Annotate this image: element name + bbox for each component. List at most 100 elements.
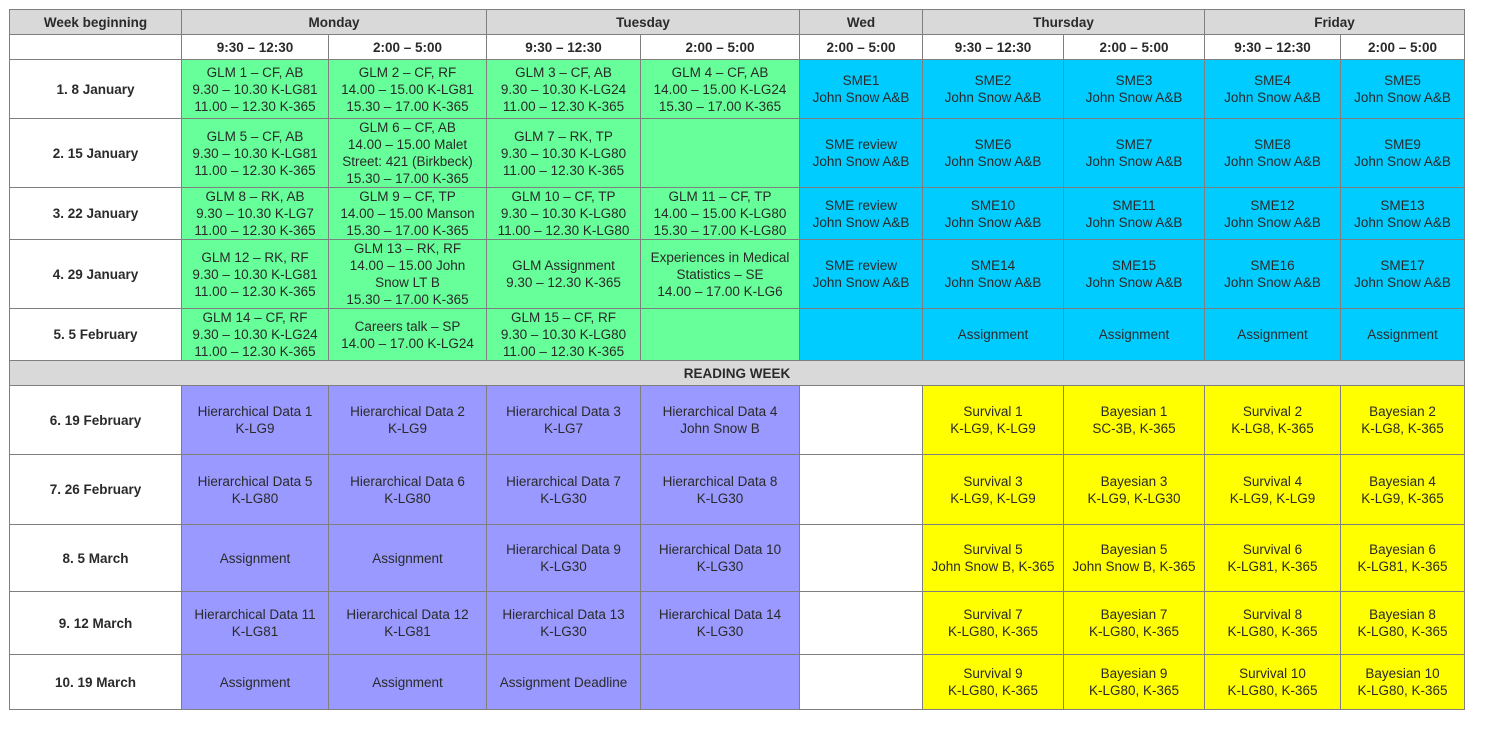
session-line: 9.30 – 10.30 K-LG81 bbox=[192, 81, 318, 97]
session-cell: Survival 8 K-LG80, K-365 bbox=[1204, 591, 1342, 655]
session-line: K-LG80, K-365 bbox=[1227, 624, 1318, 639]
session-line: John Snow A&B bbox=[1354, 154, 1451, 169]
session-line: SME review bbox=[825, 197, 898, 213]
week-row: 5. 5 February GLM 14 – CF, RF 9.30 – 10.30… bbox=[9, 308, 1466, 361]
week-label: 9. 12 March bbox=[9, 591, 182, 655]
session-cell: GLM 12 – RK, RF 9.30 – 10.30 K-LG81 11.00 … bbox=[181, 239, 329, 309]
session-line: Assignment Deadline bbox=[499, 674, 628, 690]
session-line: SME11 bbox=[1112, 197, 1156, 213]
session-cell: Hierarchical Data 1 K-LG9 bbox=[181, 385, 329, 455]
session-cell bbox=[799, 385, 924, 455]
session-line: SME17 bbox=[1380, 258, 1425, 273]
session-line: 15.30 – 17.00 K-365 bbox=[346, 98, 469, 114]
session-line: 9.30 – 10.30 K-LG24 bbox=[500, 81, 627, 97]
week-row: 10. 19 March Assignment Assignment Assignme… bbox=[9, 654, 1466, 710]
session-line: Survival 9 bbox=[963, 666, 1023, 681]
session-line: K-LG9, K-LG30 bbox=[1087, 490, 1181, 506]
session-cell: SME10 John Snow A&B bbox=[922, 187, 1065, 240]
session-cell: SME17 John Snow A&B bbox=[1340, 239, 1466, 309]
session-cell: Hierarchical Data 5 K-LG80 bbox=[181, 454, 329, 525]
reading-week-banner: READING WEEK bbox=[8, 360, 1466, 386]
session-cell bbox=[640, 654, 801, 710]
session-cell bbox=[640, 118, 801, 188]
session-cell: GLM 10 – CF, TP 9.30 – 10.30 K-LG80 11.00 … bbox=[486, 187, 642, 240]
session-cell: SME14 John Snow A&B bbox=[922, 239, 1065, 309]
session-cell bbox=[799, 654, 924, 710]
session-line: 9.30 – 10.30 K-LG81 bbox=[192, 145, 318, 161]
day-header-row: Week beginning Monday Tuesday Wed Thursd… bbox=[9, 9, 1466, 35]
session-line: K-LG9, K-LG9 bbox=[950, 490, 1036, 506]
session-cell: GLM 1 – CF, AB 9.30 – 10.30 K-LG81 11.00 –… bbox=[181, 59, 329, 119]
session-cell: GLM 2 – CF, RF 14.00 – 15.00 K-LG81 15.30 … bbox=[327, 59, 488, 119]
session-line: Hierarchical Data 14 bbox=[658, 607, 782, 622]
session-line: 11.00 – 12.30 K-LG80 bbox=[497, 223, 630, 238]
session-line: GLM 15 – CF, RF bbox=[511, 310, 617, 325]
session-cell: Survival 9 K-LG80, K-365 bbox=[922, 654, 1065, 710]
session-cell: SME12 John Snow A&B bbox=[1204, 187, 1342, 240]
session-line: K-LG7 bbox=[544, 421, 584, 436]
session-line: 14.00 – 15.00 Manson bbox=[340, 206, 475, 221]
session-cell: GLM 7 – RK, TP 9.30 – 10.30 K-LG80 11.00 –… bbox=[486, 118, 642, 188]
session-line: 9.30 – 10.30 K-LG80 bbox=[500, 206, 627, 221]
session-cell: Survival 3 K-LG9, K-LG9 bbox=[922, 454, 1065, 525]
session-line: John Snow A&B bbox=[1354, 90, 1451, 105]
session-line: John Snow A&B bbox=[1354, 275, 1451, 290]
session-line: 15.30 – 17.00 K-LG80 bbox=[653, 223, 787, 238]
session-cell: GLM 13 – RK, RF 14.00 – 15.00 John Snow LT… bbox=[327, 239, 488, 309]
session-line: Experiences in Medical bbox=[650, 249, 790, 265]
session-cell: Hierarchical Data 10 K-LG30 bbox=[640, 524, 801, 592]
session-line: K-LG8, K-365 bbox=[1361, 421, 1444, 436]
session-line: Careers talk – SP bbox=[354, 318, 461, 334]
session-line: Hierarchical Data 10 bbox=[658, 542, 782, 557]
day-header-tuesday: Tuesday bbox=[486, 9, 801, 35]
session-line: 15.30 – 17.00 K-365 bbox=[346, 171, 469, 186]
day-header-friday: Friday bbox=[1204, 9, 1466, 35]
session-cell: Survival 4 K-LG9, K-LG9 bbox=[1204, 454, 1342, 525]
session-line: 15.30 – 17.00 K-365 bbox=[658, 98, 782, 114]
week-label: 10. 19 March bbox=[9, 654, 182, 710]
session-line: Hierarchical Data 12 bbox=[346, 607, 469, 622]
session-line: K-LG30 bbox=[540, 559, 587, 574]
session-line: SME8 bbox=[1254, 137, 1291, 152]
session-cell: Bayesian 9 K-LG80, K-365 bbox=[1063, 654, 1206, 710]
session-line: K-LG80, K-365 bbox=[1088, 624, 1180, 639]
session-line: Hierarchical Data 13 bbox=[502, 607, 625, 622]
session-line: K-LG30 bbox=[696, 559, 744, 574]
session-line: John Snow A&B bbox=[812, 275, 910, 290]
session-line: Survival 2 bbox=[1242, 404, 1303, 419]
session-line: Bayesian 10 bbox=[1365, 666, 1440, 681]
session-cell: SME2 John Snow A&B bbox=[922, 59, 1065, 119]
session-cell: SME11 John Snow A&B bbox=[1063, 187, 1206, 240]
session-line: Snow LT B bbox=[375, 275, 440, 290]
session-line: Bayesian 3 bbox=[1100, 473, 1168, 489]
session-line: 9.30 – 10.30 K-LG80 bbox=[500, 145, 627, 161]
session-cell: Assignment bbox=[1340, 308, 1466, 361]
session-line: GLM 14 – CF, RF bbox=[202, 310, 308, 325]
time-header: 2:00 – 5:00 bbox=[640, 34, 801, 60]
session-cell bbox=[640, 308, 801, 361]
session-line: GLM 12 – RK, RF bbox=[201, 249, 309, 265]
session-cell: Assignment bbox=[181, 524, 329, 592]
session-line: SME16 bbox=[1250, 258, 1295, 273]
day-header-thursday: Thursday bbox=[922, 9, 1206, 35]
session-line: 14.00 – 15.00 K-LG24 bbox=[653, 81, 787, 97]
session-line: Assignment bbox=[1237, 327, 1308, 342]
session-line: SME15 bbox=[1111, 258, 1157, 273]
week-row: 8. 5 March Assignment Assignment Hierarchic… bbox=[9, 524, 1466, 592]
session-line: K-LG30 bbox=[540, 624, 587, 639]
session-line: GLM 13 – RK, RF bbox=[353, 241, 462, 256]
session-line: K-LG9 bbox=[387, 421, 428, 436]
week-label: 5. 5 February bbox=[9, 308, 182, 361]
session-cell: GLM 14 – CF, RF 9.30 – 10.30 K-LG24 11.00 … bbox=[181, 308, 329, 361]
session-line: SME9 bbox=[1384, 137, 1421, 152]
session-line: John Snow A&B bbox=[1354, 214, 1451, 230]
session-line: K-LG9, K-LG9 bbox=[1229, 490, 1316, 506]
session-cell: Survival 10 K-LG80, K-365 bbox=[1204, 654, 1342, 710]
week-label: 8. 5 March bbox=[9, 524, 182, 592]
session-cell: Bayesian 3 K-LG9, K-LG30 bbox=[1063, 454, 1206, 525]
session-cell: Survival 5 John Snow B, K-365 bbox=[922, 524, 1065, 592]
session-line: Bayesian 6 bbox=[1369, 542, 1436, 557]
session-cell: GLM 15 – CF, RF 9.30 – 10.30 K-LG80 11.00 … bbox=[486, 308, 642, 361]
week-beginning-header: Week beginning bbox=[9, 9, 182, 35]
session-line: John Snow A&B bbox=[944, 214, 1042, 230]
